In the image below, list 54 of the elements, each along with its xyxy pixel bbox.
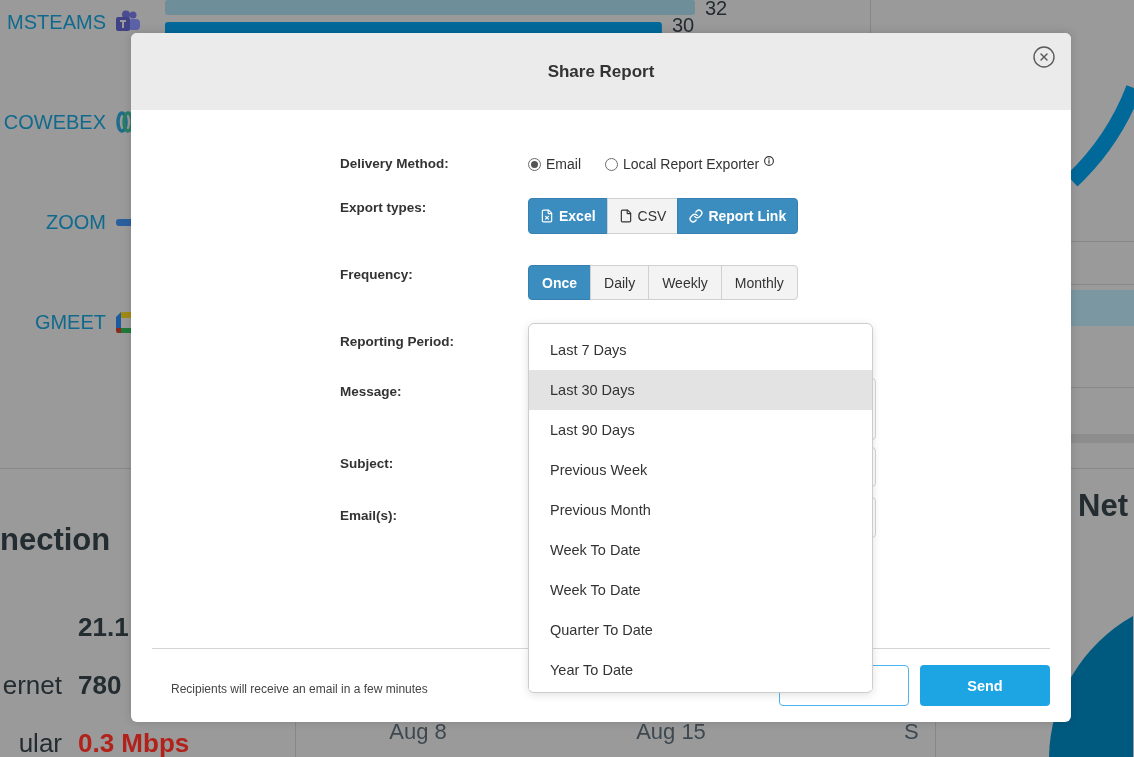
category-label: ZOOM bbox=[46, 210, 106, 235]
field-label: Message: bbox=[340, 383, 402, 401]
section-heading: nection bbox=[0, 522, 111, 558]
field-label: Export types: bbox=[340, 199, 427, 217]
export-type-button[interactable]: CSV bbox=[606, 198, 679, 234]
dialog-title: Share Report bbox=[547, 61, 655, 82]
menu-option[interactable]: Quarter To Date bbox=[529, 610, 872, 650]
stat-value: 780 bbox=[78, 669, 122, 702]
radio-option[interactable]: Email bbox=[528, 156, 581, 172]
footer-note: Recipients will receive an email in a few minutes bbox=[171, 682, 428, 696]
axis-label: S bbox=[904, 719, 919, 745]
file-icon bbox=[618, 209, 633, 223]
menu-option[interactable]: Week To Date bbox=[529, 570, 872, 610]
menu-option[interactable]: Previous Week bbox=[529, 450, 872, 490]
field-label: Subject: bbox=[340, 455, 394, 473]
frequency-button[interactable]: Daily bbox=[590, 265, 650, 300]
menu-option[interactable]: Week To Date bbox=[529, 530, 872, 570]
export-type-button[interactable]: Report Link bbox=[677, 198, 799, 234]
logo-icon bbox=[116, 218, 131, 226]
radio-icon[interactable] bbox=[605, 157, 618, 171]
category-label: MSTEAMS bbox=[7, 10, 106, 35]
frequency-button[interactable]: Monthly bbox=[720, 265, 798, 300]
close-button[interactable] bbox=[1031, 44, 1057, 70]
export-type-button[interactable]: Excel bbox=[528, 198, 608, 234]
field-label: Frequency: bbox=[340, 266, 413, 284]
frequency-button[interactable]: Once bbox=[528, 265, 591, 300]
people-logo-icon bbox=[116, 10, 140, 34]
bar-value: 30 bbox=[671, 14, 695, 36]
section-heading: Net bbox=[1078, 488, 1129, 524]
field-label: Delivery Method: bbox=[340, 155, 449, 173]
axis-label: Aug 15 bbox=[636, 719, 706, 745]
loops-logo-icon bbox=[116, 111, 131, 133]
menu-option[interactable]: Previous Month bbox=[529, 490, 872, 530]
stat-label: ular bbox=[18, 727, 62, 757]
menu-option[interactable]: Last 7 Days bbox=[529, 330, 872, 370]
radio-icon[interactable] bbox=[528, 157, 541, 171]
frequency-button[interactable]: Weekly bbox=[648, 265, 722, 300]
stat-label: ernet bbox=[2, 669, 62, 702]
radio-option[interactable]: Local Report Exporter bbox=[605, 156, 775, 172]
stat-value: 0.3 Mbps bbox=[78, 727, 190, 757]
bar-value: 32 bbox=[705, 0, 728, 19]
stat-value: 21.1 bbox=[78, 611, 129, 644]
link-icon bbox=[689, 209, 704, 223]
close-icon bbox=[1032, 45, 1056, 69]
camera-logo-icon bbox=[116, 311, 131, 333]
file-x-icon bbox=[540, 209, 554, 223]
field-label: Email(s): bbox=[340, 507, 397, 525]
menu-option[interactable]: Year To Date bbox=[529, 650, 872, 690]
menu-option[interactable]: Last 90 Days bbox=[529, 410, 872, 450]
field-label: Reporting Period: bbox=[340, 333, 454, 351]
menu-option[interactable]: Last 30 Days bbox=[529, 370, 872, 410]
category-label: GMEET bbox=[34, 310, 106, 335]
category-label: COWEBEX bbox=[3, 110, 106, 135]
axis-label: Aug 8 bbox=[389, 719, 447, 745]
